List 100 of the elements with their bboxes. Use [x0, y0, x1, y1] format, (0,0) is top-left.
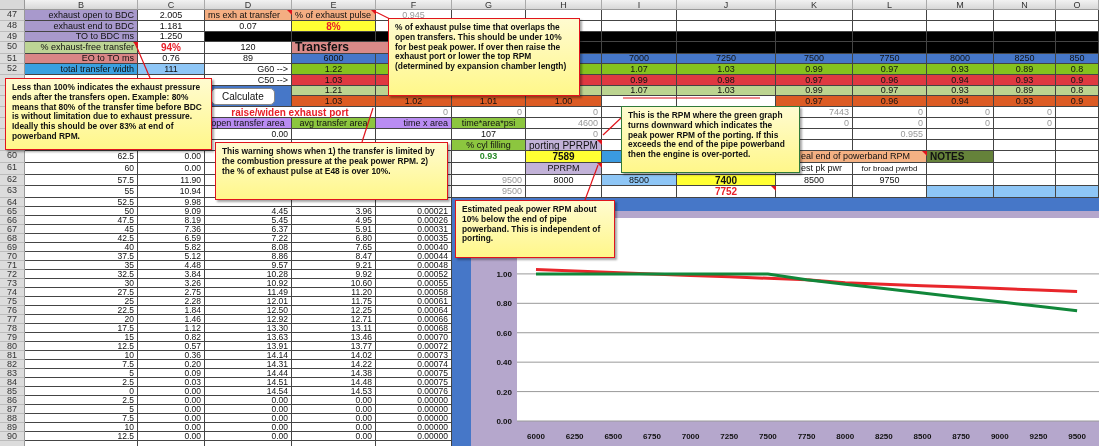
table-cell: 12.5 — [25, 342, 138, 351]
table-cell: 14.48 — [292, 378, 376, 387]
column-header[interactable]: G — [452, 0, 526, 10]
column-header[interactable]: B — [25, 0, 138, 10]
table-cell: 2.5 — [25, 396, 138, 405]
table-cell: 9.92 — [292, 270, 376, 279]
table-cell: 25 — [25, 297, 138, 306]
table-cell: 17.5 — [25, 324, 138, 333]
table-cell: 9500 — [452, 175, 526, 186]
table-cell: 2.5 — [25, 378, 138, 387]
table-cell: 0 — [853, 107, 927, 118]
table-cell: 0.00 — [292, 423, 376, 432]
axis-label: 9250 — [1029, 432, 1048, 441]
table-cell: 14.54 — [205, 387, 292, 396]
column-header[interactable]: J — [677, 0, 776, 10]
table-cell — [1056, 107, 1099, 118]
table-cell: 7400 — [677, 175, 776, 186]
table-cell — [1056, 10, 1099, 21]
table-cell: 3.96 — [292, 207, 376, 216]
table-cell: 9.21 — [292, 261, 376, 270]
column-header[interactable]: K — [776, 0, 853, 10]
table-cell: 0.955 — [853, 129, 927, 140]
table-cell: 32.5 — [25, 270, 138, 279]
table-cell: 1.46 — [138, 315, 205, 324]
column-header[interactable]: E — [292, 0, 376, 10]
axis-label: 7250 — [720, 432, 739, 441]
leader-line — [584, 164, 599, 201]
table-cell: 0.8 — [1056, 86, 1099, 96]
table-cell: 8.19 — [138, 216, 205, 225]
axis-label: 6500 — [604, 432, 623, 441]
column-header[interactable]: I — [602, 0, 677, 10]
table-cell: 0.96 — [853, 75, 927, 86]
table-cell: 0.00 — [138, 163, 205, 175]
column-header[interactable]: O — [1056, 0, 1099, 10]
row-header[interactable]: 50 — [0, 42, 25, 54]
table-cell: 0.00 — [138, 387, 205, 396]
table-cell: 7589 — [526, 151, 602, 163]
table-cell: 14.51 — [205, 378, 292, 387]
row-header[interactable]: 63 — [0, 186, 25, 198]
table-cell: 7.36 — [138, 225, 205, 234]
table-cell: 0 — [927, 107, 994, 118]
axis-label: 7000 — [681, 432, 700, 441]
table-cell: 20 — [25, 315, 138, 324]
axis-label: 8750 — [952, 432, 971, 441]
table-cell: 10 — [25, 351, 138, 360]
row-header[interactable]: 61 — [0, 163, 25, 175]
axis-label: 0.60 — [496, 328, 512, 338]
table-cell: 4.48 — [138, 261, 205, 270]
axis-label: 0.00 — [496, 417, 512, 426]
table-cell — [927, 163, 994, 175]
column-header[interactable]: D — [205, 0, 292, 10]
table-cell: 9.98 — [138, 198, 205, 207]
select-all-corner[interactable] — [0, 0, 25, 10]
axis-label: 1.00 — [496, 269, 512, 279]
table-cell: 27.5 — [25, 288, 138, 297]
table-cell: 1.02 — [376, 96, 452, 107]
table-cell: 5 — [25, 369, 138, 378]
column-header[interactable]: N — [994, 0, 1056, 10]
table-cell: 0.03 — [138, 378, 205, 387]
table-cell: 12.5 — [25, 432, 138, 441]
row-header[interactable]: 60 — [0, 151, 25, 163]
table-cell: 5.12 — [138, 252, 205, 261]
table-cell: % exhaust-free transfer — [25, 42, 138, 54]
table-cell: 10.28 — [205, 270, 292, 279]
table-cell: 0 — [526, 107, 602, 118]
table-cell: 0.97 — [853, 64, 927, 75]
table-cell: 14.44 — [205, 369, 292, 378]
table-cell: 0.57 — [138, 342, 205, 351]
table-cell: 0.99 — [776, 86, 853, 96]
column-header[interactable]: C — [138, 0, 205, 10]
table-cell: 1.181 — [138, 21, 205, 32]
calculate-button[interactable]: Calculate — [211, 87, 275, 105]
axis-label: 6750 — [643, 432, 661, 441]
table-cell: 0.94 — [927, 96, 994, 107]
table-cell — [927, 10, 994, 21]
table-cell: 0.00 — [138, 396, 205, 405]
column-header[interactable]: H — [526, 0, 602, 10]
axis-label: 7500 — [759, 432, 777, 441]
column-header[interactable]: F — [376, 0, 452, 10]
table-cell: 1.84 — [138, 306, 205, 315]
axis-label: 6000 — [527, 432, 545, 441]
table-cell: 13.91 — [205, 342, 292, 351]
table-cell: 1.07 — [602, 64, 677, 75]
table-cell: 14.02 — [292, 351, 376, 360]
table-cell — [1056, 140, 1099, 151]
table-cell: 0.00 — [292, 432, 376, 441]
table-cell: 1.22 — [292, 64, 376, 75]
row-header[interactable]: 62 — [0, 175, 25, 186]
table-cell: 14.14 — [205, 351, 292, 360]
table-cell: 3.26 — [138, 279, 205, 288]
table-cell: time*area*psi — [452, 118, 526, 129]
column-header[interactable]: M — [927, 0, 994, 10]
table-cell — [994, 140, 1056, 151]
table-cell: 1.00 — [526, 96, 602, 107]
table-cell: 50 — [25, 207, 138, 216]
leader-line — [602, 117, 622, 136]
table-cell: 14.22 — [292, 360, 376, 369]
column-header[interactable]: L — [853, 0, 927, 10]
axis-label: 8500 — [913, 432, 932, 441]
table-cell — [994, 151, 1056, 163]
